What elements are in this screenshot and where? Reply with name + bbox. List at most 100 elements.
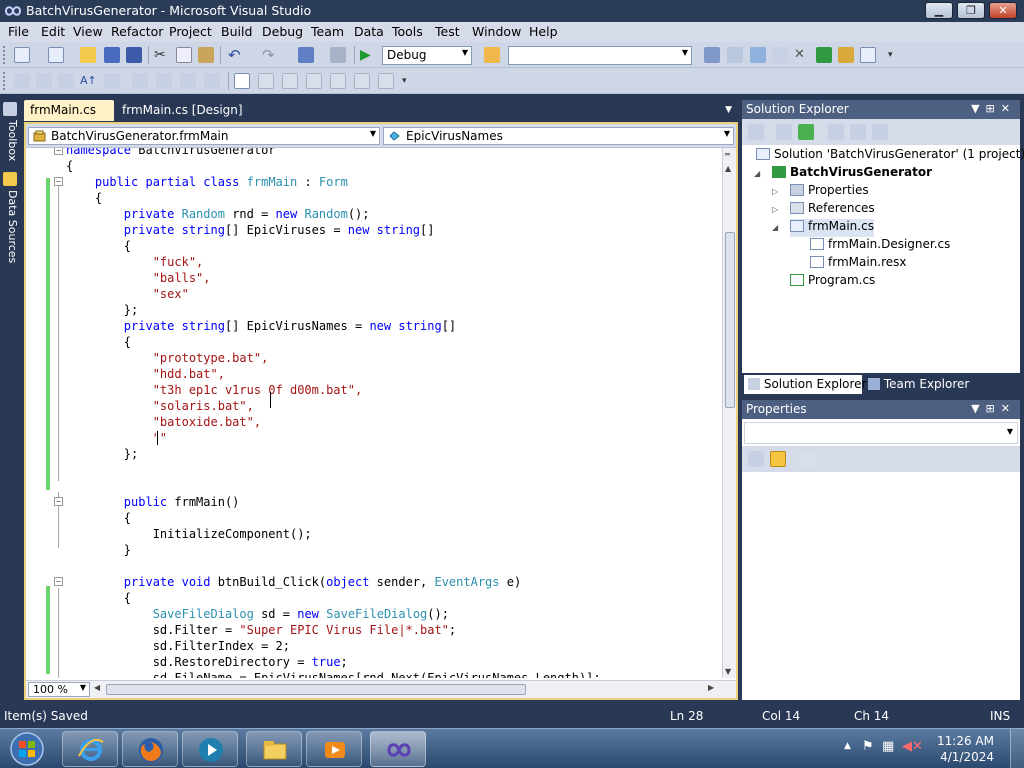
menu-file[interactable]: File [8,24,29,39]
tab-solution-explorer[interactable]: Solution Explorer [744,375,867,394]
types-combo[interactable]: BatchVirusGenerator.frmMain ▼ [28,127,380,145]
previous-bookmark-in-folder-icon[interactable] [306,73,322,89]
view-class-diagram-icon[interactable] [872,124,888,140]
display-object-member-list-icon[interactable] [14,73,30,89]
menu-window[interactable]: Window [472,24,521,39]
toolbox-icon[interactable] [772,47,788,63]
minimize-button[interactable]: ▁ [925,2,953,19]
bookmark-icon[interactable] [234,73,250,89]
members-combo[interactable]: EpicVirusNames ▼ [383,127,734,145]
toggle-bookmark-icon[interactable] [204,73,220,89]
comment-icon[interactable] [156,73,172,89]
menu-team[interactable]: Team [311,24,344,39]
add-item-icon[interactable] [48,47,64,63]
tab-frmmain-design[interactable]: frmMain.cs [Design] [116,100,249,121]
alphabetical-icon[interactable] [770,451,786,467]
menu-data[interactable]: Data [354,24,384,39]
split-handle-icon[interactable]: ═ [725,150,730,159]
menu-help[interactable]: Help [529,24,558,39]
properties-icon[interactable] [748,124,764,140]
expand-arrow-icon[interactable]: ▷ [772,205,778,214]
expand-arrow-icon[interactable]: ▷ [772,187,778,196]
cut-icon[interactable]: ✂ [154,47,170,63]
show-hidden-icons-icon[interactable]: ▲ [844,741,851,751]
toolbox-tab[interactable]: Toolbox [2,120,19,170]
paste-icon[interactable] [198,47,214,63]
outdent-icon[interactable] [104,73,120,89]
taskbar-internet-explorer[interactable] [62,731,118,767]
quick-info-icon[interactable] [58,73,74,89]
tools-icon[interactable]: ✕ [794,47,810,63]
panel-buttons[interactable]: ▼⊞✕ [971,402,1016,415]
previous-bookmark-icon[interactable] [258,73,274,89]
action-center-flag-icon[interactable]: ⚑ [862,739,874,754]
tree-node-resx[interactable]: frmMain.resx [810,255,907,273]
zoom-combo[interactable]: 100 % ▼ [28,682,90,697]
next-bookmark-in-document-icon[interactable] [378,73,394,89]
close-button[interactable]: ✕ [989,2,1017,19]
configuration-select[interactable]: Debug ▼ [382,46,472,65]
property-pages-icon[interactable] [800,451,816,467]
scroll-down-icon[interactable]: ▼ [725,667,731,676]
extension-manager-icon[interactable] [838,47,854,63]
menu-project[interactable]: Project [169,24,212,39]
toolbar-options-icon[interactable]: ▾ [888,47,904,63]
taskbar-media-player[interactable] [182,731,238,767]
start-debugging-icon[interactable]: ▶ [360,47,376,63]
menu-debug[interactable]: Debug [262,24,303,39]
collapse-arrow-icon[interactable]: ◢ [754,169,760,178]
find-combo[interactable]: ▼ [508,46,692,65]
panel-buttons[interactable]: ▼⊞✕ [971,102,1016,115]
code-area[interactable]: − − − − namespace BatchVirusGenerator { … [26,148,722,678]
volume-muted-icon[interactable]: ◀✕ [902,739,923,754]
tab-list-dropdown-icon[interactable]: ▼ [725,105,732,115]
data-sources-tab[interactable]: Data Sources [2,190,19,270]
toolbar-grip[interactable] [3,46,7,64]
scroll-left-icon[interactable]: ◀ [94,683,100,692]
uncomment-icon[interactable] [180,73,196,89]
solution-explorer-icon[interactable] [704,47,720,63]
tree-node-project[interactable]: BatchVirusGenerator [772,165,932,183]
scroll-right-icon[interactable]: ▶ [708,683,714,692]
save-all-icon[interactable] [126,47,142,63]
previous-bookmark-in-document-icon[interactable] [354,73,370,89]
tab-frmmain-cs[interactable]: frmMain.cs [24,100,114,121]
collapse-icon[interactable]: − [54,148,63,155]
clock-time[interactable]: 11:26 AM [937,734,994,748]
collapse-icon[interactable]: − [54,177,63,186]
object-select[interactable]: ▼ [744,422,1018,444]
collapse-icon[interactable]: − [54,577,63,586]
show-desktop-button[interactable] [1010,729,1024,768]
tab-team-explorer[interactable]: Team Explorer [864,375,973,394]
tree-node-solution[interactable]: Solution 'BatchVirusGenerator' (1 projec… [756,147,1024,165]
data-sources-icon[interactable] [3,172,17,186]
network-icon[interactable]: ▦ [882,739,894,754]
redo-icon[interactable]: ↷ [262,47,278,63]
horizontal-scroll-thumb[interactable] [106,684,526,695]
menu-build[interactable]: Build [221,24,252,39]
navigate-forward-icon[interactable] [330,47,346,63]
word-completion-icon[interactable]: A↑ [80,73,97,89]
properties-icon[interactable] [727,47,743,63]
tree-node-designer-cs[interactable]: frmMain.Designer.cs [810,237,950,255]
view-designer-icon[interactable] [850,124,866,140]
view-code-icon[interactable] [828,124,844,140]
menu-tools[interactable]: Tools [392,24,423,39]
parameter-info-icon[interactable] [36,73,52,89]
object-browser-icon[interactable] [750,47,766,63]
show-all-files-icon[interactable] [776,124,792,140]
taskbar-visual-studio[interactable] [370,731,426,767]
new-project-icon[interactable] [14,47,30,63]
next-bookmark-in-folder-icon[interactable] [330,73,346,89]
categorized-icon[interactable] [748,451,764,467]
tree-node-properties[interactable]: Properties [790,183,869,201]
toolbar-options-icon[interactable]: ▾ [402,73,418,89]
vertical-scroll-thumb[interactable] [725,232,735,408]
next-bookmark-icon[interactable] [282,73,298,89]
scroll-up-icon[interactable]: ▲ [725,164,731,173]
command-window-icon[interactable] [860,47,876,63]
taskbar-explorer[interactable] [246,731,302,767]
collapse-arrow-icon[interactable]: ◢ [772,223,778,232]
menu-edit[interactable]: Edit [41,24,65,39]
taskbar-video-app[interactable] [306,731,362,767]
